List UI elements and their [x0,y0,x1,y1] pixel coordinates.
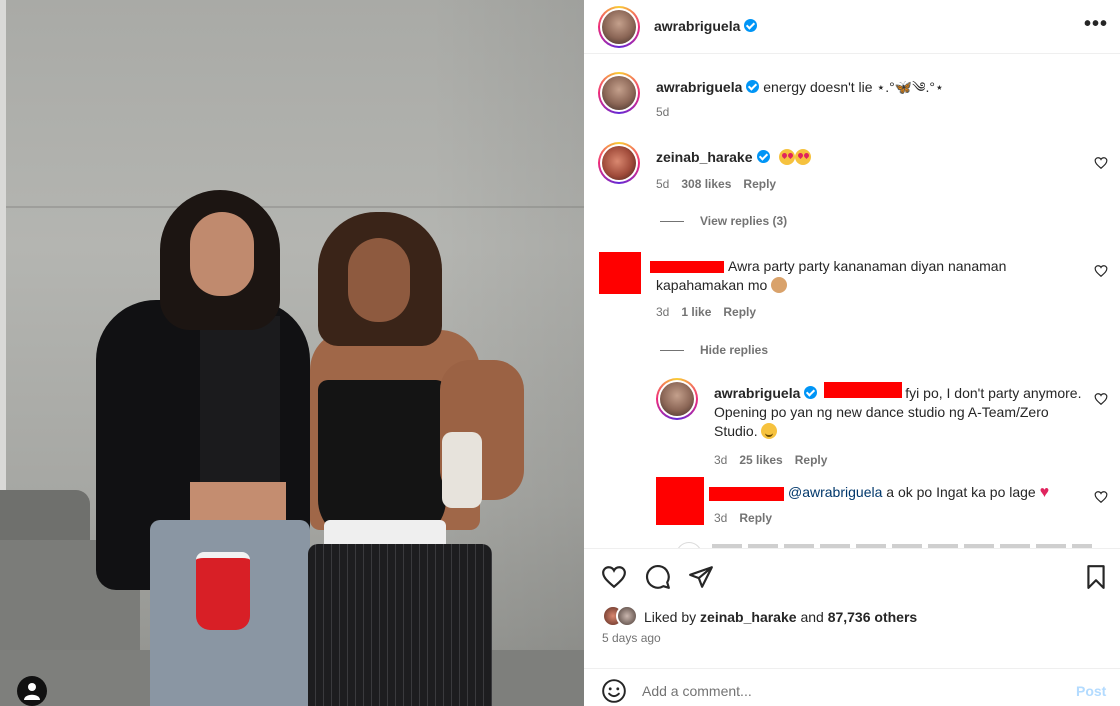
comment-time[interactable]: 3d [656,305,669,319]
emoji-picker-icon[interactable] [601,678,627,704]
reply-username[interactable]: awrabriguela [714,385,800,401]
comment-input[interactable] [642,679,1042,703]
red-cup [196,552,250,630]
author-avatar[interactable] [598,6,640,48]
posted-time[interactable]: 5 days ago [602,631,661,645]
comment-bubble-icon[interactable] [645,564,671,590]
post-header: awrabriguela ••• [584,0,1120,54]
reply-time[interactable]: 3d [714,453,727,467]
wall-seam [6,206,584,208]
post-comment-button[interactable]: Post [1076,683,1106,699]
heart-eyes-emoji-icon [779,149,796,165]
user-tag-icon[interactable] [17,676,47,706]
smile-emoji-icon [761,423,778,439]
comment-username[interactable]: zeinab_harake [656,149,753,165]
like-comment-heart-icon[interactable] [1094,264,1108,278]
caption-username[interactable]: awrabriguela [656,79,742,95]
verified-badge-icon [744,19,758,32]
comment-meta: 3d 1 like Reply [656,305,768,319]
verified-badge-icon [746,80,760,93]
add-comment-bar: Post [584,668,1120,706]
facepalm-emoji-icon [771,277,788,293]
post-actions: Liked by zeinab_harake and 87,736 others… [584,548,1120,648]
like-comment-heart-icon[interactable] [1094,156,1108,170]
comment-likes[interactable]: 1 like [681,305,711,319]
reply-time[interactable]: 3d [714,511,727,525]
hide-replies-button[interactable]: Hide replies [660,343,768,357]
heart-eyes-emoji-icon [795,149,812,165]
more-options-icon[interactable]: ••• [1084,14,1108,34]
post-photo[interactable] [0,0,584,706]
comment-meta: 5d 308 likes Reply [656,177,788,191]
caption-avatar[interactable] [598,72,640,114]
liked-by-user[interactable]: zeinab_harake [700,609,797,625]
caption-text: energy doesn't lie ⋆.°🦋༄.°⋆ [763,79,944,95]
reply-avatar[interactable] [656,378,698,420]
reply: awrabriguela fyi po, I don't party anymo… [714,384,1084,441]
liked-by-and: and [800,609,824,625]
comment-avatar[interactable] [598,142,640,184]
person-right-bag [442,432,482,508]
comment: Awra party party kananaman diyan nanaman… [656,257,1076,295]
liked-by-summary[interactable]: Liked by zeinab_harake and 87,736 others [644,609,917,625]
caption-time: 5d [656,105,681,119]
author-username[interactable]: awrabriguela [654,18,758,34]
reply-button[interactable]: Reply [739,511,772,525]
person-right-lace-top [318,380,446,540]
red-heart-emoji-icon: ♥ [1039,484,1050,501]
reply: @awrabriguela a ok po Ingat ka po lage ♥ [714,483,1094,502]
reply-button[interactable]: Reply [743,177,776,191]
reply-meta: 3d Reply [714,511,784,525]
caption: awrabriguela energy doesn't lie ⋆.°🦋༄.°⋆ [656,78,1086,97]
person-left-top [200,316,280,486]
view-replies-button[interactable]: View replies (3) [660,214,787,228]
comment: zeinab_harake [656,148,1076,167]
post-detail-panel: awrabriguela ••• awrabriguela energy doe… [584,0,1120,706]
person-right-face [348,238,410,322]
comment-time[interactable]: 5d [656,177,669,191]
liked-by-others[interactable]: 87,736 others [828,609,918,625]
comment-text: Awra party party kananaman diyan nanaman… [656,258,1007,293]
person-right-pants [308,544,492,706]
verified-badge-icon [756,150,770,163]
verified-badge-icon [804,386,818,399]
like-reply-heart-icon[interactable] [1094,490,1108,504]
like-reply-heart-icon[interactable] [1094,392,1108,406]
redacted-avatar [656,477,704,525]
reply-button[interactable]: Reply [723,305,756,319]
comment-likes[interactable]: 308 likes [681,177,731,191]
reply-meta: 3d 25 likes Reply [714,453,839,467]
reply-button[interactable]: Reply [795,453,828,467]
liked-by-avatars[interactable] [602,605,642,627]
person-left-face [190,212,254,296]
caption-time-text[interactable]: 5d [656,105,669,119]
mention-link[interactable]: @awrabriguela [788,484,882,500]
like-heart-icon[interactable] [601,564,627,590]
share-paper-plane-icon[interactable] [688,564,714,590]
reply-text: a ok po Ingat ka po lage [886,484,1036,500]
reply-likes[interactable]: 25 likes [739,453,782,467]
liked-by-prefix: Liked by [644,609,697,625]
author-username-text[interactable]: awrabriguela [654,18,740,34]
person-left-midriff [190,482,286,524]
redacted-avatar [599,252,641,294]
save-bookmark-icon[interactable] [1083,564,1109,590]
